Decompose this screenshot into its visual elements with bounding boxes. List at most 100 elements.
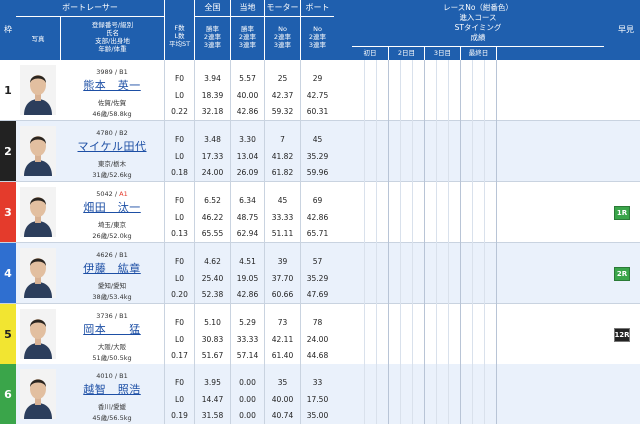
boat-sub-label: 2連率 <box>308 33 327 41</box>
nat-cell: 4.62 25.40 52.38 <box>194 243 230 303</box>
motor-sub-label: 2連率 <box>273 33 292 41</box>
motor-value: 33.33 <box>271 213 294 222</box>
motor-cell: 39 37.70 60.66 <box>264 243 300 303</box>
racer-id: 3989 <box>96 68 113 76</box>
header-waku: 枠 <box>0 0 16 60</box>
racer-age-weight: 45歳/56.5kg <box>92 414 132 422</box>
racer-sub-label: 支部/出身地 <box>95 37 130 45</box>
nat-value: 46.22 <box>201 213 224 222</box>
racer-id-class: 4010 / B1 <box>96 372 128 380</box>
boat-cell: 29 42.75 60.31 <box>300 60 334 120</box>
motor-value: 40.74 <box>271 411 294 420</box>
boat-value: 59.96 <box>306 168 329 177</box>
boat-value: 24.00 <box>306 335 329 344</box>
motor-cell: 25 42.37 59.32 <box>264 60 300 120</box>
waku-header-label: 枠 <box>4 25 12 34</box>
header-boat-sub: No 2連率 3連率 <box>300 16 334 60</box>
motor-value: 25 <box>277 74 288 83</box>
racer-id-class: 5042 / A1 <box>96 190 128 198</box>
racer-photo-image <box>20 65 56 115</box>
grid-line <box>412 60 413 424</box>
grid-line <box>400 60 401 424</box>
waku-number: 2 <box>0 121 16 181</box>
motor-value: 61.82 <box>271 168 294 177</box>
loc-value: 62.94 <box>236 229 259 238</box>
fl-st-value: 0.19 <box>171 411 188 420</box>
loc-cell: 5.57 40.00 42.86 <box>230 60 264 120</box>
racer-sub-label: 年齢/体重 <box>98 45 127 53</box>
grid-line <box>364 60 365 424</box>
racer-name-link[interactable]: 越智 照浩 <box>60 381 164 397</box>
fl-st-cell: F0 L0 0.22 <box>164 60 194 120</box>
racer-photo-image <box>20 309 56 359</box>
motor-cell: 35 40.00 40.74 <box>264 364 300 424</box>
loc-value: 33.33 <box>236 335 259 344</box>
nat-value: 30.83 <box>201 335 224 344</box>
racer-header-label: ボートレーサー <box>62 3 118 12</box>
nat-value: 51.67 <box>201 351 224 360</box>
racer-name-link[interactable]: マイケル田代 <box>60 138 164 154</box>
day-label: 3日目 <box>433 49 452 57</box>
loc-cell: 4.51 19.05 42.86 <box>230 243 264 303</box>
racer-home: 東京/栃木 <box>97 160 127 168</box>
boat-cell: 33 17.50 35.00 <box>300 364 334 424</box>
loc-value: 26.09 <box>236 168 259 177</box>
racer-home: 佐賀/佐賀 <box>97 99 127 107</box>
racer-name-link[interactable]: 伊藤 紘章 <box>60 260 164 276</box>
racer-id-class: 3989 / B1 <box>96 68 128 76</box>
grid-line <box>460 60 461 424</box>
racer-info: 5042 / A1 畑田 汰一 埼玉/東京 26歳/52.0kg <box>60 182 164 242</box>
racer-class: B1 <box>119 68 128 76</box>
header-national-sub: 勝率 2連率 3連率 <box>194 16 230 60</box>
motor-value: 60.66 <box>271 290 294 299</box>
motor-value: 59.32 <box>271 107 294 116</box>
fl-st-value: L0 <box>175 274 184 283</box>
header-motor: モーター <box>264 0 300 16</box>
boat-sub-label: No <box>313 25 322 33</box>
boat-value: 60.31 <box>306 107 329 116</box>
racer-info: 3989 / B1 熊本 英一 佐賀/佐賀 46歳/58.8kg <box>60 60 164 120</box>
racer-class: B1 <box>119 251 128 259</box>
loc-value: 19.05 <box>236 274 259 283</box>
racer-photo-image <box>20 369 56 419</box>
nat-cell: 6.52 46.22 65.55 <box>194 182 230 242</box>
racer-home: 埼玉/東京 <box>97 221 127 229</box>
photo-header-label: 写真 <box>31 35 45 43</box>
racer-home: 愛知/愛知 <box>97 282 127 290</box>
nat-value: 52.38 <box>201 290 224 299</box>
fl-st-value: F0 <box>174 318 185 327</box>
racer-name-link[interactable]: 畑田 汰一 <box>60 199 164 215</box>
boat-value: 35.00 <box>306 411 329 420</box>
early-race-badge[interactable]: 2R <box>614 267 630 281</box>
motor-value: 51.11 <box>271 229 294 238</box>
header-racer: ボートレーサー <box>16 0 164 16</box>
early-race-badge[interactable]: 12R <box>614 328 630 342</box>
nat-value: 17.33 <box>201 152 224 161</box>
waku-number: 6 <box>0 364 16 424</box>
header-day-5 <box>496 46 604 60</box>
motor-cell: 45 33.33 51.11 <box>264 182 300 242</box>
racer-id: 3736 <box>96 312 113 320</box>
loc-cell: 6.34 48.75 62.94 <box>230 182 264 242</box>
racer-age-weight: 38歳/53.4kg <box>92 293 132 301</box>
local-sub-label: 勝率 <box>241 25 254 33</box>
early-race-badge[interactable]: 1R <box>614 206 630 220</box>
nat-value: 3.48 <box>204 135 221 144</box>
racer-name-link[interactable]: 岡本 猛 <box>60 321 164 337</box>
national-sub-label: 2連率 <box>203 33 222 41</box>
fl-st-cell: F0 L0 0.19 <box>164 364 194 424</box>
racer-photo <box>16 243 60 303</box>
day-label: 2日目 <box>397 49 416 57</box>
motor-value: 42.11 <box>271 335 294 344</box>
boat-cell: 69 42.86 65.71 <box>300 182 334 242</box>
race-info-label: STタイミング <box>454 23 502 32</box>
header-day-2: 2日目 <box>388 46 424 60</box>
table-row: 5 3736 / B1 岡本 猛 大阪/大阪 51歳/50.5kg F0 L0 0.… <box>0 304 640 364</box>
racer-photo <box>16 60 60 120</box>
racer-name-link[interactable]: 熊本 英一 <box>60 77 164 93</box>
table-row: 2 4780 / B2 マイケル田代 東京/栃木 31歳/52.6kg F0 L0… <box>0 121 640 181</box>
fl-st-value: 0.18 <box>171 168 188 177</box>
loc-value: 13.04 <box>236 152 259 161</box>
fl-st-value: L0 <box>175 152 184 161</box>
header-motor-sub: No 2連率 3連率 <box>264 16 300 60</box>
